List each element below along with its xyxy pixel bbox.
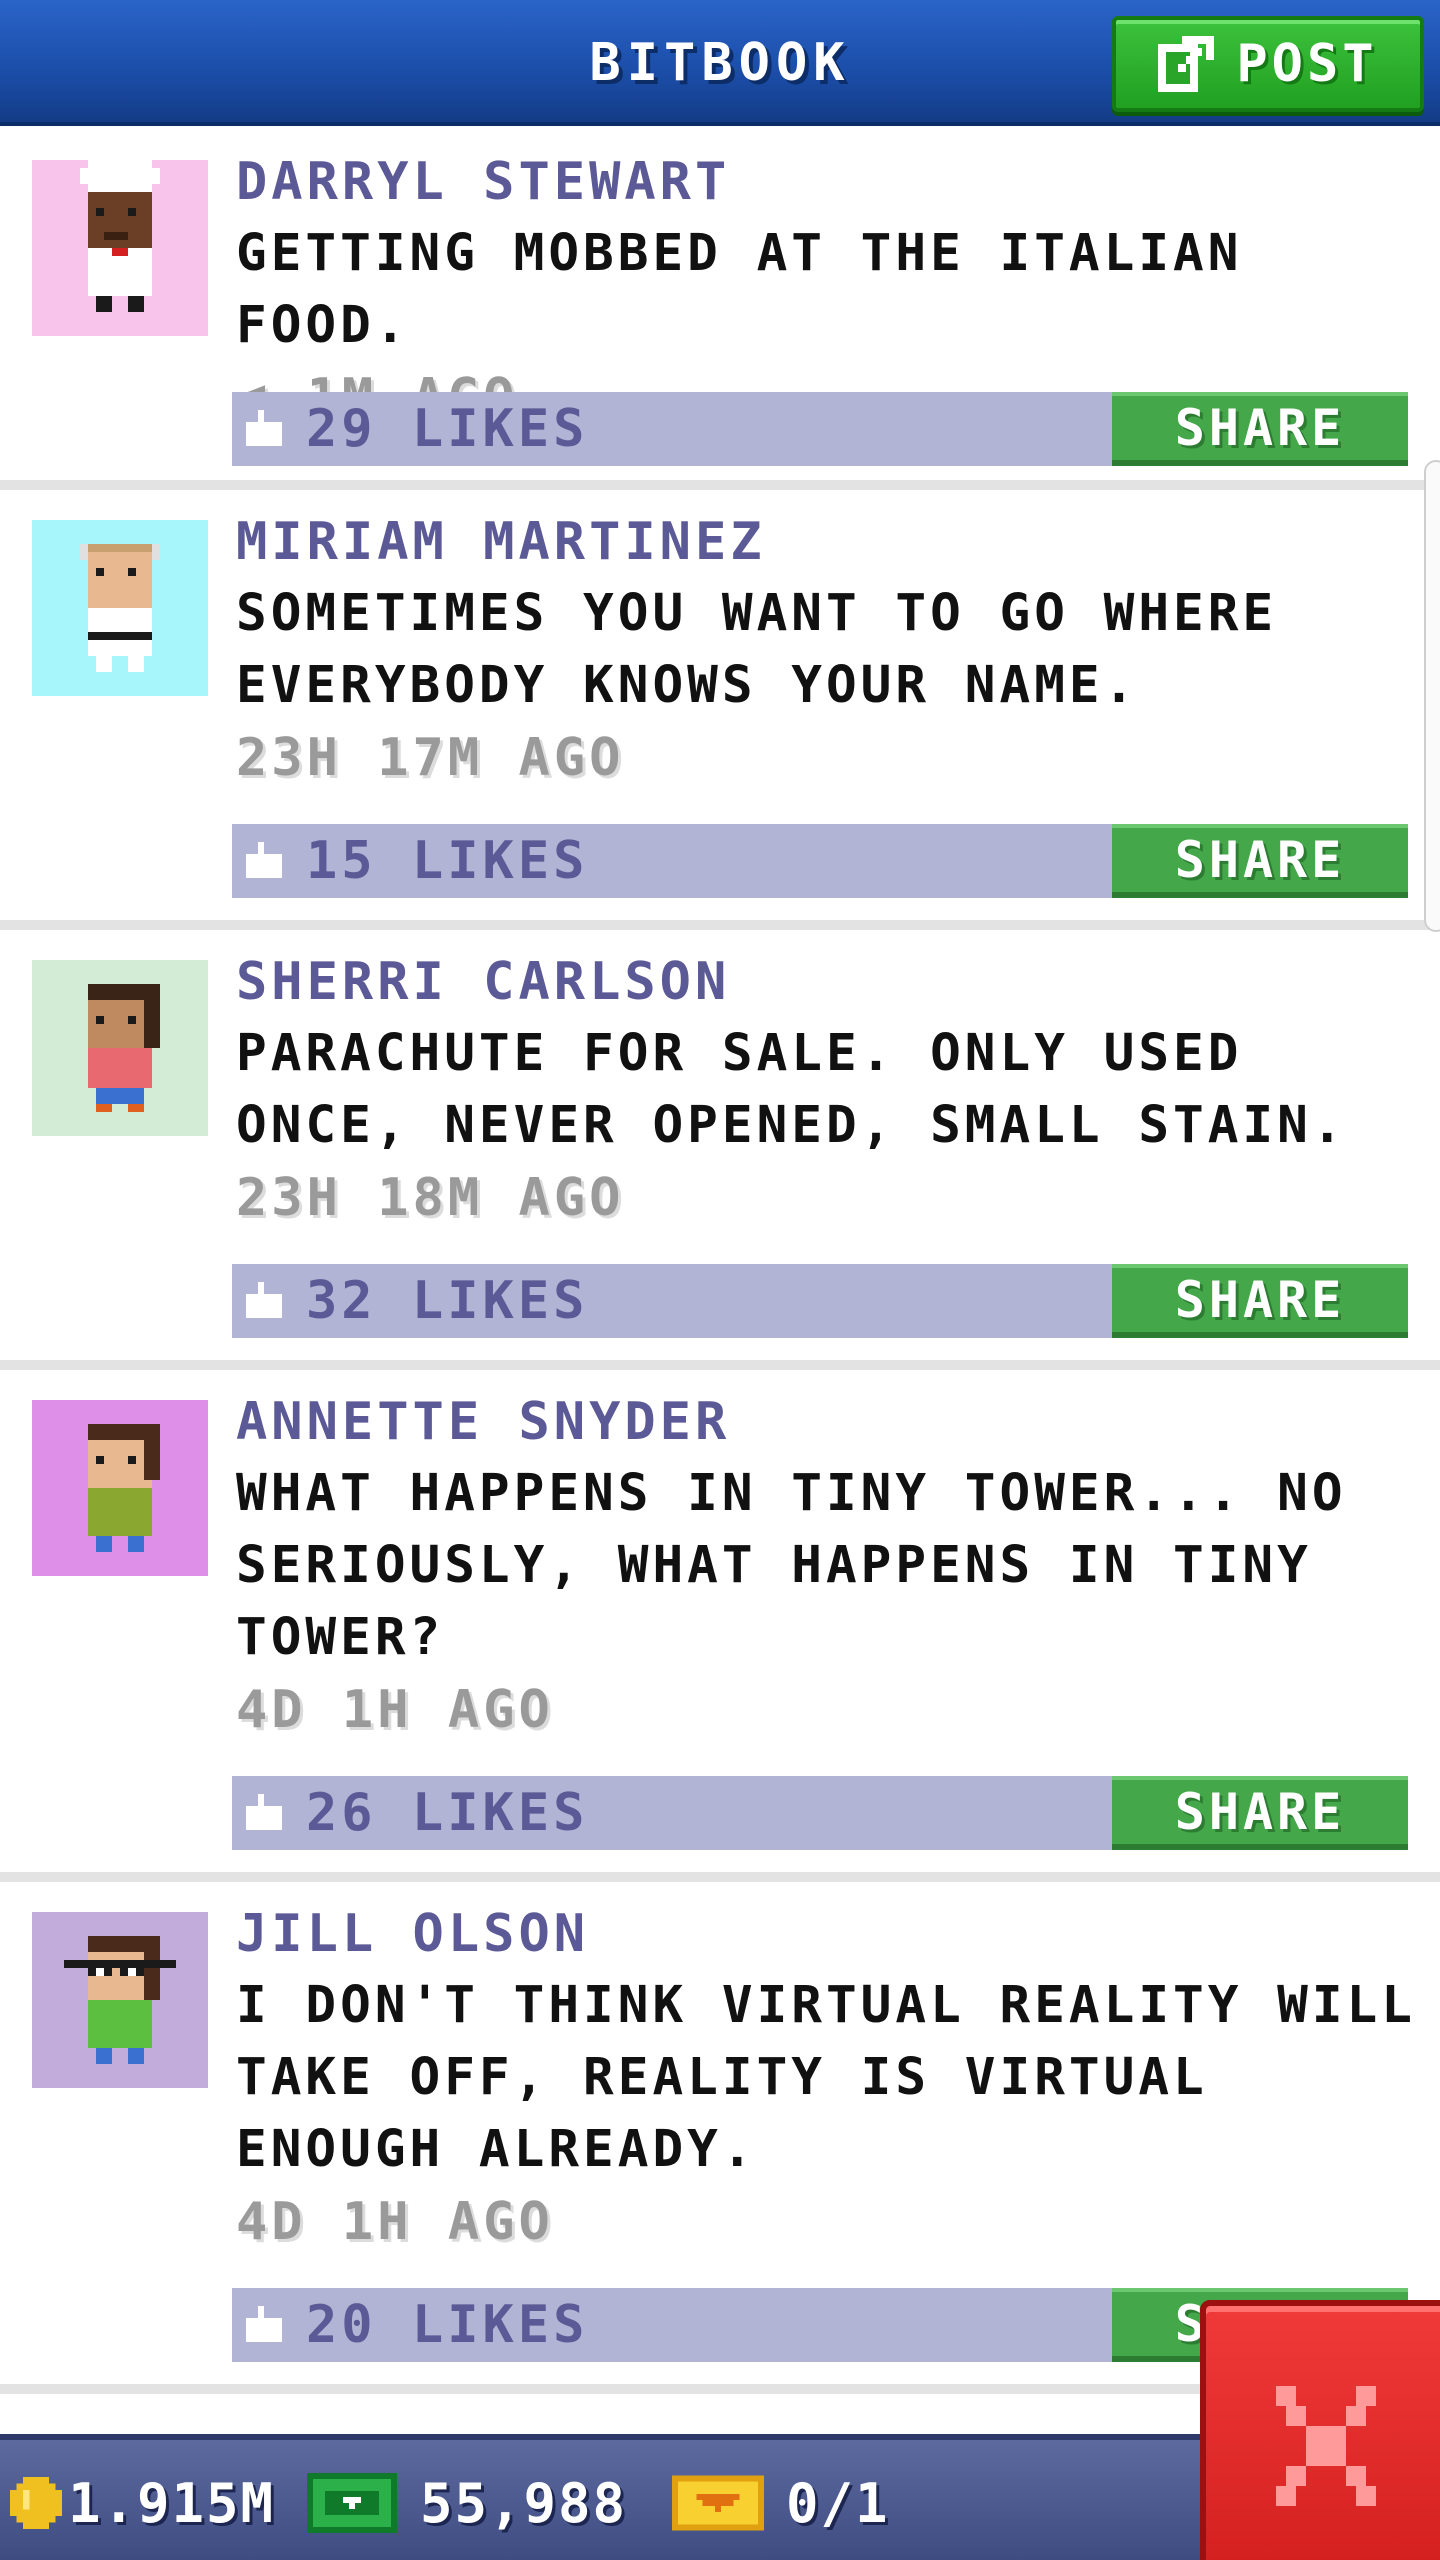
bitbook-screen: BITBOOK POST DARRYL STEWART GETTING MOBB… — [0, 0, 1440, 2560]
likes-count: 29 LIKES — [306, 399, 589, 459]
thumbs-up-icon — [246, 2306, 282, 2342]
post-author[interactable]: DARRYL STEWART — [236, 146, 1416, 218]
post-content: ANNETTE SNYDER WHAT HAPPENS IN TINY TOWE… — [236, 1370, 1416, 1746]
share-button[interactable]: SHARE — [1112, 1776, 1408, 1850]
post-time: 23H 18M AGO — [236, 1168, 625, 1228]
post-message: WHAT HAPPENS IN TINY TOWER... NO SERIOUS… — [236, 1464, 1347, 1667]
likes-bar[interactable]: 32 LIKES SHARE — [232, 1264, 1408, 1338]
bux-counter: 55,988 — [306, 2440, 627, 2560]
tickets-value: 0/1 — [786, 2471, 890, 2535]
feed-post: ANNETTE SNYDER WHAT HAPPENS IN TINY TOWE… — [0, 1370, 1440, 1882]
post-message: I DON'T THINK VIRTUAL REALITY WILL TAKE … — [236, 1976, 1416, 2179]
post-time: 23H 17M AGO — [236, 728, 625, 788]
header-bar: BITBOOK POST — [0, 0, 1440, 126]
post-content: SHERRI CARLSON PARACHUTE FOR SALE. ONLY … — [236, 930, 1416, 1234]
post-content: JILL OLSON I DON'T THINK VIRTUAL REALITY… — [236, 1882, 1416, 2258]
coin-icon — [10, 2477, 62, 2529]
likes-bar[interactable]: 29 LIKES SHARE — [232, 392, 1408, 466]
post-button[interactable]: POST — [1112, 16, 1424, 112]
likes-bar[interactable]: 15 LIKES SHARE — [232, 824, 1408, 898]
post-content: MIRIAM MARTINEZ SOMETIMES YOU WANT TO GO… — [236, 490, 1416, 794]
post-button-label: POST — [1236, 34, 1378, 94]
likes-count: 20 LIKES — [306, 2295, 589, 2355]
coins-counter: 1.915M — [10, 2440, 275, 2560]
compose-icon — [1158, 36, 1215, 92]
likes-count: 15 LIKES — [306, 831, 589, 891]
bux-value: 55,988 — [420, 2471, 628, 2535]
likes-count: 32 LIKES — [306, 1271, 589, 1331]
tickets-counter: 0/1 — [672, 2440, 890, 2560]
share-button[interactable]: SHARE — [1112, 1264, 1408, 1338]
feed-post: SHERRI CARLSON PARACHUTE FOR SALE. ONLY … — [0, 930, 1440, 1370]
post-content: DARRYL STEWART GETTING MOBBED AT THE ITA… — [236, 130, 1416, 434]
feed-list: DARRYL STEWART GETTING MOBBED AT THE ITA… — [0, 130, 1440, 2394]
thumbs-up-icon — [246, 410, 282, 446]
thumbs-up-icon — [246, 1794, 282, 1830]
thumbs-up-icon — [246, 842, 282, 878]
scroll-handle[interactable] — [1424, 460, 1440, 932]
coins-value: 1.915M — [68, 2471, 276, 2535]
post-time: 4D 1H AGO — [236, 2192, 554, 2252]
post-author[interactable]: SHERRI CARLSON — [236, 946, 1416, 1018]
post-message: SOMETIMES YOU WANT TO GO WHERE EVERYBODY… — [236, 584, 1278, 715]
post-message: GETTING MOBBED AT THE ITALIAN FOOD. — [236, 224, 1243, 355]
feed-post: DARRYL STEWART GETTING MOBBED AT THE ITA… — [0, 130, 1440, 490]
karate-avatar-icon — [32, 520, 208, 696]
close-button[interactable] — [1200, 2300, 1440, 2560]
person-avatar-icon — [32, 1400, 208, 1576]
likes-count: 26 LIKES — [306, 1783, 589, 1843]
post-author[interactable]: JILL OLSON — [236, 1898, 1416, 1970]
thumbs-up-icon — [246, 1282, 282, 1318]
share-button[interactable]: SHARE — [1112, 392, 1408, 466]
golden-ticket-icon — [672, 2475, 764, 2531]
post-message: PARACHUTE FOR SALE. ONLY USED ONCE, NEVE… — [236, 1024, 1347, 1155]
glasses-avatar-icon — [32, 1912, 208, 2088]
feed-post: MIRIAM MARTINEZ SOMETIMES YOU WANT TO GO… — [0, 490, 1440, 930]
chef-avatar-icon — [32, 160, 208, 336]
likes-bar[interactable]: 26 LIKES SHARE — [232, 1776, 1408, 1850]
share-button[interactable]: SHARE — [1112, 824, 1408, 898]
post-author[interactable]: MIRIAM MARTINEZ — [236, 506, 1416, 578]
post-time: 4D 1H AGO — [236, 1680, 554, 1740]
person-avatar-icon — [32, 960, 208, 1136]
post-author[interactable]: ANNETTE SNYDER — [236, 1386, 1416, 1458]
bux-icon — [307, 2473, 397, 2533]
close-icon — [1276, 2386, 1376, 2506]
